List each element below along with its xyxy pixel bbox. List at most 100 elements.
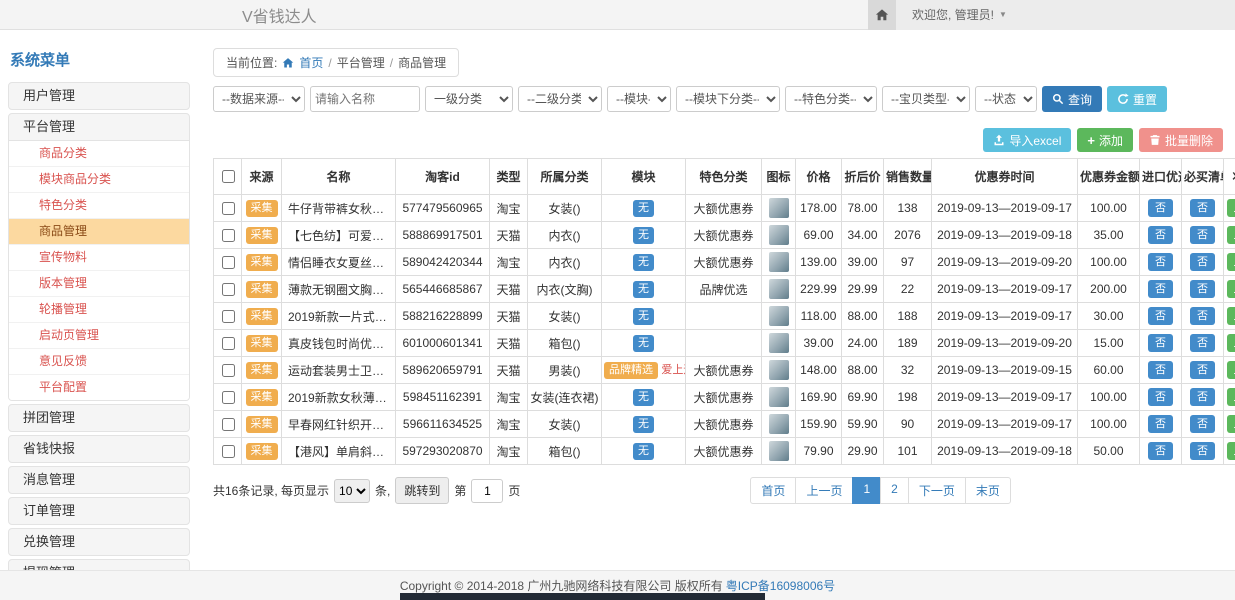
filter-select[interactable]: --数据来源-- — [213, 86, 305, 112]
must-buy-toggle[interactable]: 否 — [1190, 388, 1215, 406]
must-buy-toggle[interactable]: 否 — [1190, 226, 1215, 244]
import-optimal-cell: 否 — [1140, 330, 1182, 357]
sidebar-item[interactable]: 用户管理 — [9, 83, 189, 109]
jump-button[interactable]: 跳转到 — [395, 477, 449, 504]
sidebar-item[interactable]: 省钱快报 — [9, 436, 189, 462]
page-button[interactable]: 2 — [880, 477, 909, 504]
sidebar-subitem[interactable]: 特色分类 — [9, 193, 189, 219]
import-optimal-toggle[interactable]: 否 — [1148, 253, 1173, 271]
sidebar-item[interactable]: 兑换管理 — [9, 529, 189, 555]
status-button[interactable]: 上架 — [1227, 199, 1235, 217]
must-buy-toggle[interactable]: 否 — [1190, 415, 1215, 433]
filter-select[interactable]: --特色分类-- — [785, 86, 877, 112]
sidebar-subitem[interactable]: 商品分类 — [9, 141, 189, 167]
filter-select[interactable]: --模块下分类-- — [676, 86, 780, 112]
batch-delete-label: 批量删除 — [1165, 132, 1213, 149]
filter-select[interactable]: 一级分类 — [425, 86, 513, 112]
page-button[interactable]: 1 — [852, 477, 881, 504]
import-optimal-toggle[interactable]: 否 — [1148, 442, 1173, 460]
filter-select[interactable]: --二级分类-- — [518, 86, 602, 112]
filter-select[interactable]: --状态-- — [975, 86, 1037, 112]
row-select-cell — [214, 411, 242, 438]
page-button[interactable]: 下一页 — [908, 477, 966, 504]
add-button[interactable]: + 添加 — [1077, 128, 1133, 152]
status-button[interactable]: 上架 — [1227, 253, 1235, 271]
sidebar-subitem[interactable]: 轮播管理 — [9, 297, 189, 323]
sidebar-item[interactable]: 消息管理 — [9, 467, 189, 493]
row-checkbox[interactable] — [222, 256, 235, 269]
status-button[interactable]: 上架 — [1227, 334, 1235, 352]
select-all-checkbox[interactable] — [222, 170, 235, 183]
sidebar-subitem[interactable]: 意见反馈 — [9, 349, 189, 375]
row-checkbox[interactable] — [222, 391, 235, 404]
status-button[interactable]: 上架 — [1227, 415, 1235, 433]
sidebar-subitem[interactable]: 版本管理 — [9, 271, 189, 297]
home-button[interactable] — [868, 0, 896, 30]
row-checkbox[interactable] — [222, 283, 235, 296]
sidebar-subitem[interactable]: 启动页管理 — [9, 323, 189, 349]
row-checkbox[interactable] — [222, 310, 235, 323]
filter-select[interactable]: --宝贝类型-- — [882, 86, 970, 112]
per-page-select[interactable]: 10 — [334, 479, 370, 503]
import-optimal-toggle[interactable]: 否 — [1148, 388, 1173, 406]
top-bar: V省钱达人 欢迎您, 管理员! ▼ — [0, 0, 1235, 30]
must-buy-toggle[interactable]: 否 — [1190, 442, 1215, 460]
filter-select[interactable]: --模块-- — [607, 86, 671, 112]
product-name: 2019新款一片式系... — [282, 303, 396, 330]
status-button[interactable]: 上架 — [1227, 388, 1235, 406]
must-buy-toggle[interactable]: 否 — [1190, 334, 1215, 352]
welcome-menu[interactable]: 欢迎您, 管理员! ▼ — [912, 6, 1007, 23]
row-checkbox[interactable] — [222, 418, 235, 431]
page-button[interactable]: 末页 — [965, 477, 1011, 504]
breadcrumb-home-link[interactable]: 首页 — [299, 54, 323, 71]
product-image — [769, 414, 789, 434]
sidebar-item[interactable]: 订单管理 — [9, 498, 189, 524]
sidebar-subitem[interactable]: 宣传物料 — [9, 245, 189, 271]
must-buy-toggle[interactable]: 否 — [1190, 199, 1215, 217]
sidebar-subitem[interactable]: 商品管理 — [9, 219, 189, 245]
import-optimal-toggle[interactable]: 否 — [1148, 280, 1173, 298]
batch-delete-button[interactable]: 批量删除 — [1139, 128, 1223, 152]
import-optimal-toggle[interactable]: 否 — [1148, 334, 1173, 352]
search-button[interactable]: 查询 — [1042, 86, 1102, 112]
import-optimal-toggle[interactable]: 否 — [1148, 415, 1173, 433]
module-badge: 无 — [633, 281, 654, 298]
icp-link[interactable]: 粤ICP备16098006号 — [726, 577, 835, 594]
import-optimal-toggle[interactable]: 否 — [1148, 307, 1173, 325]
import-excel-button[interactable]: 导入excel — [983, 128, 1071, 152]
import-optimal-toggle[interactable]: 否 — [1148, 226, 1173, 244]
name-filter-input[interactable] — [310, 86, 420, 112]
module-cell: 无 — [602, 303, 686, 330]
must-buy-toggle[interactable]: 否 — [1190, 280, 1215, 298]
sidebar-item[interactable]: 平台管理 — [9, 114, 189, 140]
status-button[interactable]: 上架 — [1227, 307, 1235, 325]
status-button[interactable]: 上架 — [1227, 280, 1235, 298]
must-buy-toggle[interactable]: 否 — [1190, 253, 1215, 271]
import-optimal-toggle[interactable]: 否 — [1148, 199, 1173, 217]
row-checkbox[interactable] — [222, 229, 235, 242]
row-checkbox[interactable] — [222, 445, 235, 458]
sidebar-title: 系统菜单 — [10, 52, 188, 70]
plus-icon: + — [1087, 133, 1095, 148]
product-image — [769, 387, 789, 407]
sidebar-group: 省钱快报 — [8, 435, 190, 463]
must-buy-toggle[interactable]: 否 — [1190, 361, 1215, 379]
jump-page-input[interactable] — [471, 479, 503, 503]
status-button[interactable]: 上架 — [1227, 226, 1235, 244]
column-header: 来源 — [242, 159, 282, 195]
page-button[interactable]: 首页 — [750, 477, 796, 504]
must-buy-toggle[interactable]: 否 — [1190, 307, 1215, 325]
row-checkbox[interactable] — [222, 337, 235, 350]
status-button[interactable]: 上架 — [1227, 442, 1235, 460]
reset-button[interactable]: 重置 — [1107, 86, 1167, 112]
sidebar-item[interactable]: 拼团管理 — [9, 405, 189, 431]
row-checkbox[interactable] — [222, 202, 235, 215]
source-cell: 采集 — [242, 303, 282, 330]
import-optimal-toggle[interactable]: 否 — [1148, 361, 1173, 379]
page-button[interactable]: 上一页 — [795, 477, 853, 504]
row-checkbox[interactable] — [222, 364, 235, 377]
status-button[interactable]: 上架 — [1227, 361, 1235, 379]
column-header: 所属分类 — [528, 159, 602, 195]
sidebar-subitem[interactable]: 平台配置 — [9, 375, 189, 400]
sidebar-subitem[interactable]: 模块商品分类 — [9, 167, 189, 193]
